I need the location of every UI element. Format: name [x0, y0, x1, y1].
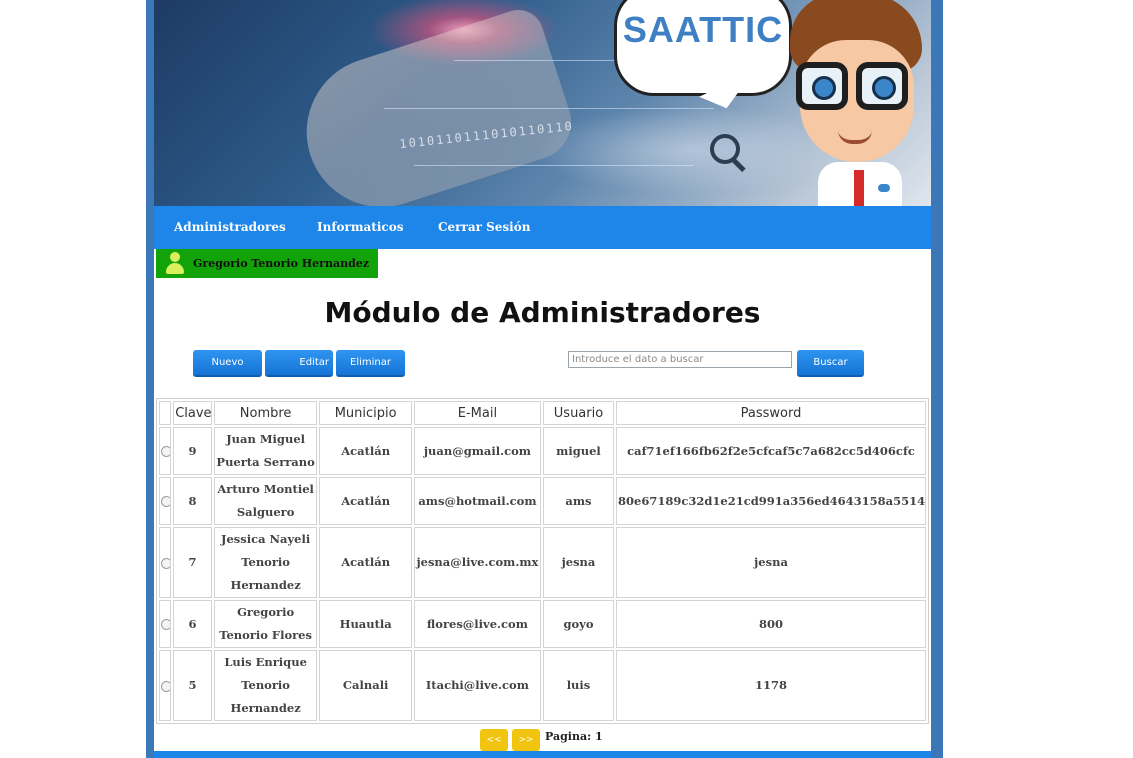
cell-usuario: luis	[542, 650, 615, 721]
cell-email: jesna@live.com.mx	[413, 527, 541, 598]
row-radio-button[interactable]	[161, 619, 171, 630]
cell-nombre: Juan Miguel Puerta Serrano	[213, 427, 318, 475]
banner-decor-line	[414, 165, 694, 166]
cell-municipio: Calnali	[319, 650, 412, 721]
cell-clave: 9	[173, 427, 212, 475]
user-icon	[166, 252, 184, 274]
table-row[interactable]: 5 Luis Enrique Tenorio Hernandez Calnali…	[159, 650, 926, 721]
speech-bubble: SAATTIC	[614, 0, 792, 96]
nav-item-informaticos[interactable]: Informaticos	[317, 220, 403, 234]
cell-municipio: Huautla	[319, 600, 412, 648]
row-select-cell[interactable]	[159, 427, 172, 475]
row-select-cell[interactable]	[159, 477, 172, 525]
cell-password: jesna	[616, 527, 926, 598]
cell-usuario: jesna	[542, 527, 615, 598]
mascot-character	[782, 0, 931, 206]
table-row[interactable]: 6 Gregorio Tenorio Flores Huautla flores…	[159, 600, 926, 648]
page-indicator: Pagina: 1	[545, 730, 603, 743]
footer-bar	[154, 751, 931, 758]
cell-email: flores@live.com	[413, 600, 541, 648]
new-button[interactable]: Nuevo	[193, 350, 262, 377]
table-header-email: E-Mail	[413, 401, 541, 425]
header-banner: 1010110111010110110 SAATTIC	[154, 0, 931, 206]
nav-item-cerrar-sesion[interactable]: Cerrar Sesión	[438, 220, 530, 234]
row-select-cell[interactable]	[159, 650, 172, 721]
row-radio-button[interactable]	[161, 680, 171, 692]
row-radio-button[interactable]	[161, 496, 171, 507]
prev-page-button[interactable]: <<	[480, 729, 508, 751]
cell-nombre: Arturo Montiel Salguero	[213, 477, 318, 525]
banner-decor-line	[384, 108, 714, 109]
delete-button[interactable]: Eliminar	[336, 350, 405, 377]
mascot-glasses-right	[856, 62, 908, 110]
current-user-name: Gregorio Tenorio Hernandez	[193, 257, 369, 270]
cell-municipio: Acatlán	[319, 477, 412, 525]
nav-item-administradores[interactable]: Administradores	[174, 220, 286, 234]
search-button[interactable]: Buscar	[797, 350, 864, 377]
next-page-button[interactable]: >>	[512, 729, 540, 751]
table-header-usuario: Usuario	[542, 401, 615, 425]
brand-logo-text: SAATTIC	[622, 9, 784, 50]
cell-clave: 8	[173, 477, 212, 525]
table-header-row: Clave Nombre Municipio E-Mail Usuario Pa…	[159, 401, 926, 425]
table-row[interactable]: 8 Arturo Montiel Salguero Acatlán ams@ho…	[159, 477, 926, 525]
row-radio-button[interactable]	[161, 557, 171, 569]
magnifier-icon	[710, 134, 740, 164]
table-row[interactable]: 7 Jessica Nayeli Tenorio Hernandez Acatl…	[159, 527, 926, 598]
cell-email: Itachi@live.com	[413, 650, 541, 721]
row-select-cell[interactable]	[159, 527, 172, 598]
cell-usuario: goyo	[542, 600, 615, 648]
edit-button[interactable]: Editar	[265, 350, 333, 377]
cell-municipio: Acatlán	[319, 427, 412, 475]
mascot-glasses-left	[796, 62, 848, 110]
mascot-tie	[854, 170, 864, 206]
row-radio-button[interactable]	[161, 446, 171, 457]
search-input[interactable]	[568, 351, 792, 368]
cell-clave: 5	[173, 650, 212, 721]
table-header-municipio: Municipio	[319, 401, 412, 425]
table-header-nombre: Nombre	[213, 401, 318, 425]
page-content: 1010110111010110110 SAATTIC Administrado…	[154, 0, 931, 758]
cell-municipio: Acatlán	[319, 527, 412, 598]
cell-usuario: ams	[542, 477, 615, 525]
administrators-table: Clave Nombre Municipio E-Mail Usuario Pa…	[156, 398, 929, 724]
cell-password: 800	[616, 600, 926, 648]
current-user-badge: Gregorio Tenorio Hernandez	[156, 249, 378, 278]
table-header-select	[159, 401, 172, 425]
table-header-clave: Clave	[173, 401, 212, 425]
table-row[interactable]: 9 Juan Miguel Puerta Serrano Acatlán jua…	[159, 427, 926, 475]
cell-clave: 7	[173, 527, 212, 598]
page-frame: 1010110111010110110 SAATTIC Administrado…	[146, 0, 943, 758]
page-title: Módulo de Administradores	[324, 296, 761, 329]
cell-password: 1178	[616, 650, 926, 721]
cell-nombre: Luis Enrique Tenorio Hernandez	[213, 650, 318, 721]
table-header-password: Password	[616, 401, 926, 425]
cell-password: caf71ef166fb62f2e5cfcaf5c7a682cc5d406cfc	[616, 427, 926, 475]
cell-usuario: miguel	[542, 427, 615, 475]
cell-nombre: Gregorio Tenorio Flores	[213, 600, 318, 648]
cell-email: ams@hotmail.com	[413, 477, 541, 525]
cell-email: juan@gmail.com	[413, 427, 541, 475]
main-nav: Administradores Informaticos Cerrar Sesi…	[154, 206, 931, 249]
cell-password: 80e67189c32d1e21cd991a356ed4643158a55145	[616, 477, 926, 525]
row-select-cell[interactable]	[159, 600, 172, 648]
cell-clave: 6	[173, 600, 212, 648]
banner-hand-image	[287, 3, 581, 206]
cell-nombre: Jessica Nayeli Tenorio Hernandez	[213, 527, 318, 598]
mascot-badge-icon	[878, 184, 890, 192]
